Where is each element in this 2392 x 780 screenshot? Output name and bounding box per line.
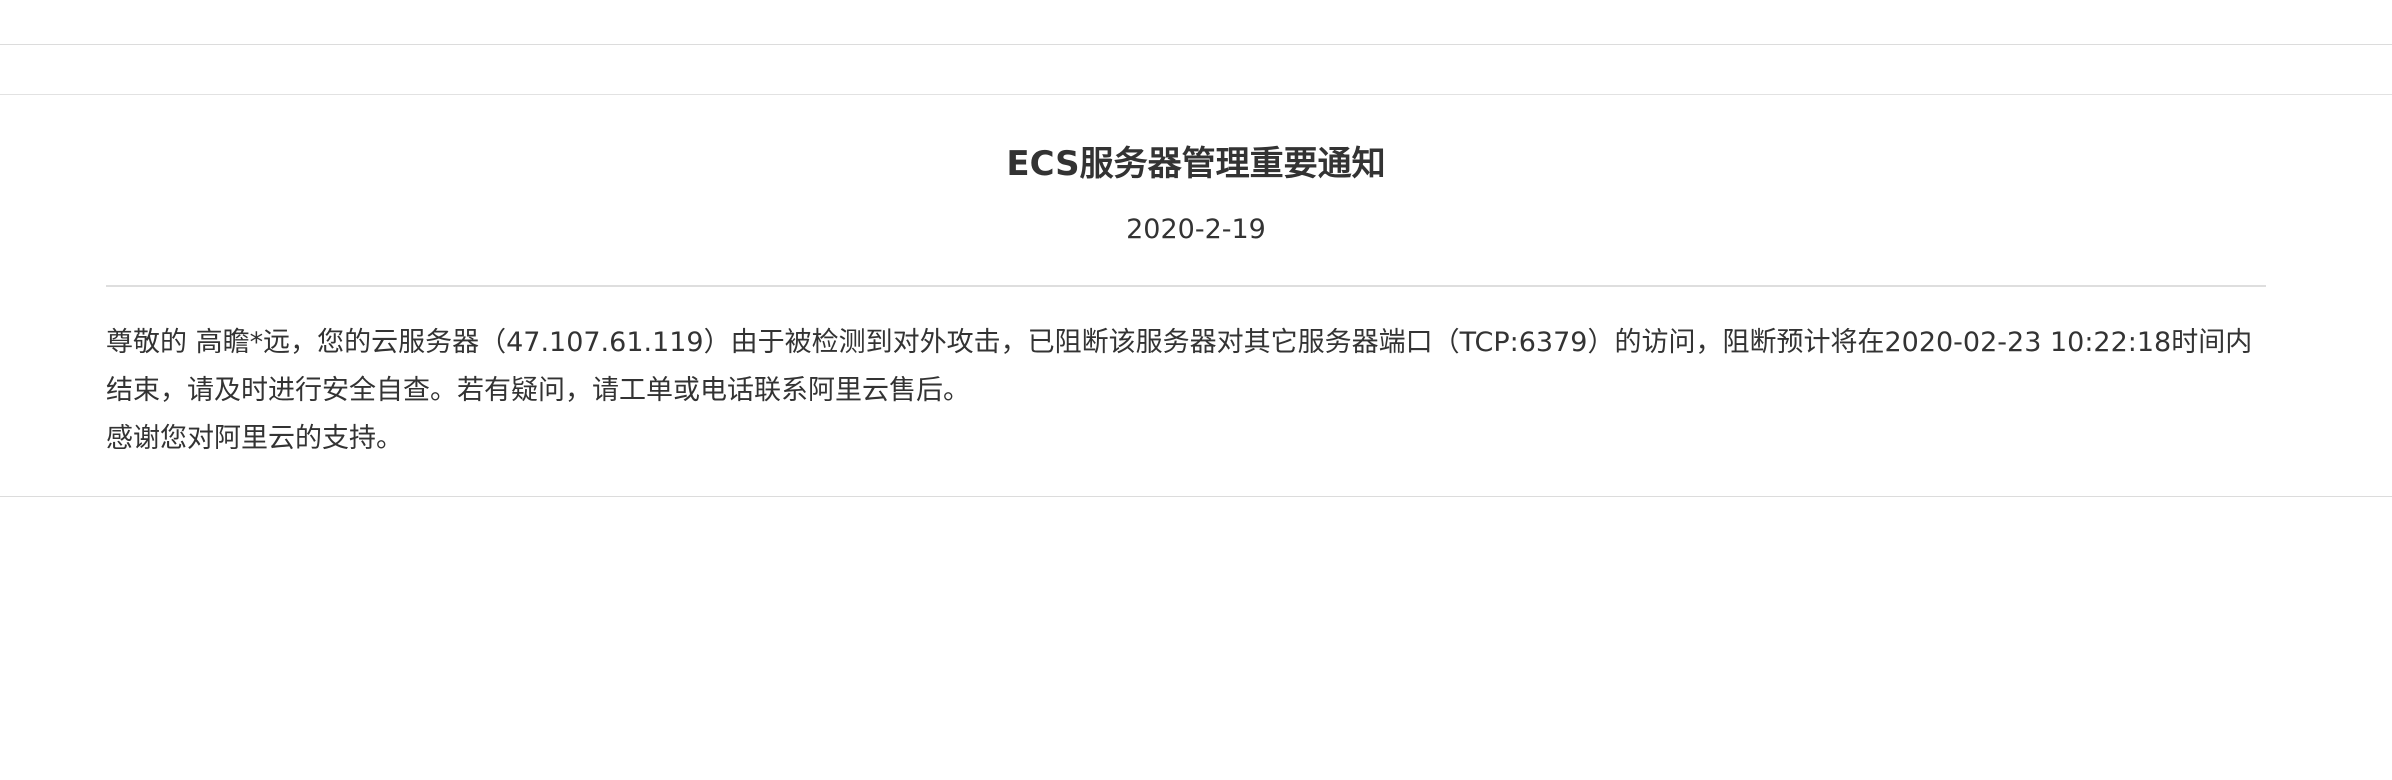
notice-title: ECS服务器管理重要通知 [1006,144,1386,184]
page-spacer [0,45,2392,95]
notice-date: 2020-2-19 [1126,214,1266,245]
notice-page: ECS服务器管理重要通知 2020-2-19 尊敬的 高瞻*远，您的云服务器（4… [0,0,2392,780]
top-bar [0,0,2392,45]
notice-body: 尊敬的 高瞻*远，您的云服务器（47.107.61.119）由于被检测到对外攻击… [106,319,2266,463]
notice-panel: ECS服务器管理重要通知 2020-2-19 尊敬的 高瞻*远，您的云服务器（4… [0,95,2392,497]
notice-closing: 感谢您对阿里云的支持。 [106,423,403,454]
notice-paragraph: 尊敬的 高瞻*远，您的云服务器（47.107.61.119）由于被检测到对外攻击… [106,327,2253,406]
title-divider [106,285,2266,287]
